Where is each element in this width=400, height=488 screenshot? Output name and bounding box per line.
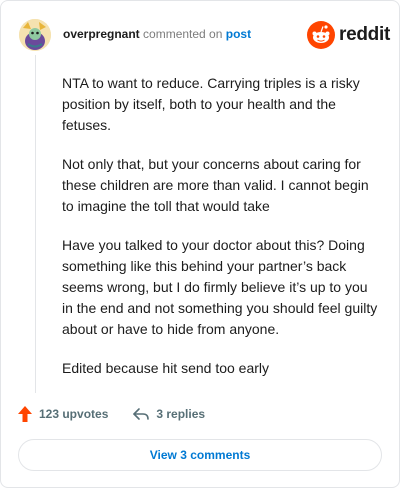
comment-paragraph: Not only that, but your concerns about c…	[62, 156, 369, 214]
avatar[interactable]	[19, 19, 51, 51]
reddit-brand[interactable]: reddit	[307, 19, 390, 51]
view-comments-button[interactable]: View 3 comments	[18, 439, 382, 471]
comment-body: NTA to want to reduce. Carrying triples …	[62, 73, 380, 397]
replies-count: 3 replies	[156, 407, 206, 421]
upvote-arrow-icon	[18, 406, 32, 422]
comment-paragraph: Have you talked to your doctor about thi…	[62, 237, 378, 337]
upvote-count: 123 upvotes	[39, 407, 109, 421]
thread-line[interactable]	[35, 55, 36, 393]
comment-paragraph: Edited because hit send too early	[62, 360, 270, 376]
reply-arrow-icon	[133, 408, 150, 420]
action-text: commented on	[143, 27, 223, 41]
comment-paragraph: NTA to want to reduce. Carrying triples …	[62, 75, 360, 133]
avatar-icon	[19, 19, 51, 51]
comment-card: overpregnant commented on post reddit NT…	[0, 0, 400, 488]
post-link[interactable]: post	[226, 27, 251, 41]
username-link[interactable]: overpregnant	[63, 27, 140, 41]
reddit-logo-icon	[307, 21, 335, 49]
upvote-button[interactable]: 123 upvotes	[17, 405, 108, 423]
comment-meta: overpregnant commented on post	[63, 26, 251, 42]
comment-actions: 123 upvotes 3 replies	[17, 405, 205, 423]
reddit-wordmark: reddit	[339, 24, 390, 45]
replies-button[interactable]: 3 replies	[132, 407, 205, 421]
